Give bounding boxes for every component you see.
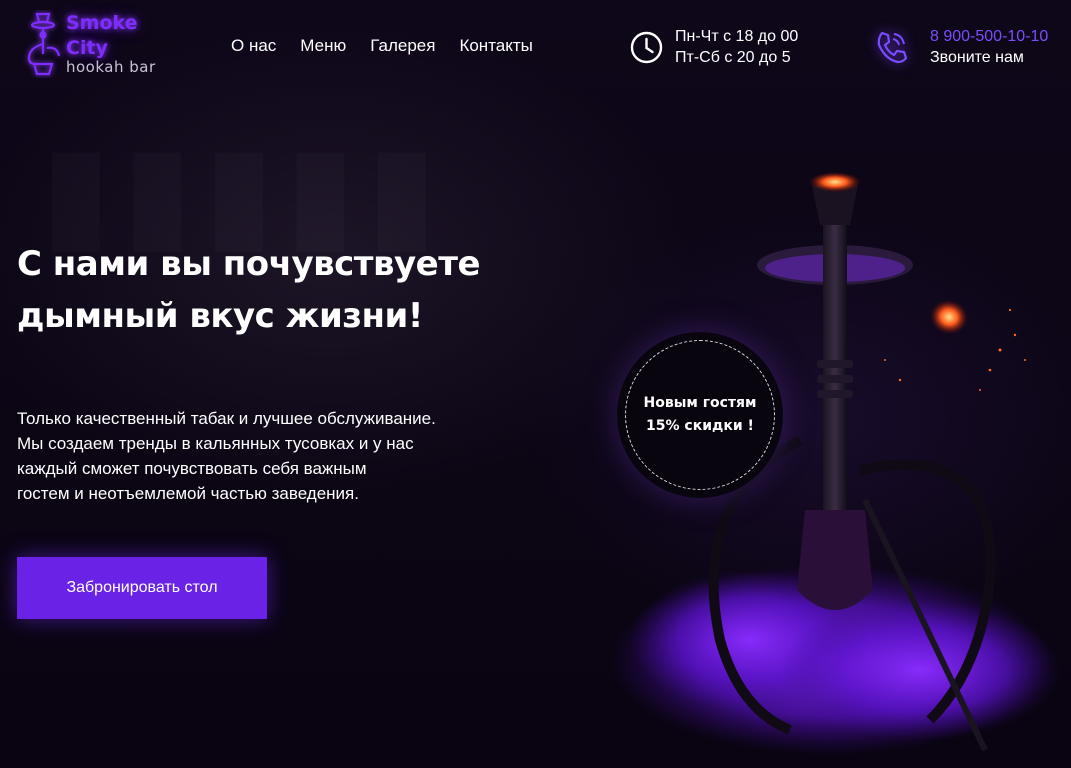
- hero-title: С нами вы почувствуете дымный вкус жизни…: [17, 238, 537, 342]
- hours-weekdays: Пн-Чт с 18 до 00: [675, 28, 799, 45]
- hero-desc-line: Мы создаем тренды в кальянных тусовках и…: [17, 434, 414, 453]
- book-table-button[interactable]: Забронировать стол: [17, 557, 267, 619]
- hero-description: Только качественный табак и лучшее обслу…: [17, 406, 487, 506]
- call-us-label: Звоните нам: [930, 49, 1024, 66]
- nav-item-about[interactable]: О нас: [231, 36, 276, 56]
- nav-item-gallery[interactable]: Галерея: [370, 36, 435, 56]
- hero-desc-line: Только качественный табак и лучшее обслу…: [17, 409, 436, 428]
- logo-name-line1: Smoke: [66, 12, 138, 34]
- phone-icon: [877, 31, 908, 64]
- hero-title-line1: С нами вы почувствуете: [17, 244, 481, 284]
- clock-icon: [630, 31, 663, 63]
- promo-badge: Новым гостям 15% скидки !: [617, 332, 783, 498]
- promo-line1: Новым гостям: [643, 395, 757, 411]
- hookah-logo-icon: [27, 12, 61, 76]
- main-nav: О нас Меню Галерея Контакты: [231, 36, 533, 56]
- hours-weekend: Пт-Сб с 20 до 5: [675, 49, 791, 66]
- hero-title-line2: дымный вкус жизни!: [17, 296, 423, 336]
- phone-number-link[interactable]: 8 900-500-10-10: [930, 26, 1048, 47]
- hero-desc-line: каждый сможет почувствовать себя важным: [17, 459, 367, 478]
- logo-wordmark: Smoke City: [66, 11, 138, 61]
- nav-item-menu[interactable]: Меню: [300, 36, 346, 56]
- contact-phone: 8 900-500-10-10 Звоните нам: [874, 26, 1048, 68]
- logo[interactable]: Smoke City hookah bar: [22, 10, 172, 80]
- promo-line2: 15% скидки !: [646, 418, 754, 434]
- logo-subtitle: hookah bar: [66, 58, 156, 76]
- opening-hours: Пн-Чт с 18 до 00 Пт-Сб с 20 до 5: [630, 26, 798, 68]
- nav-item-contacts[interactable]: Контакты: [459, 36, 532, 56]
- hero-desc-line: гостем и неотъемлемой частью заведения.: [17, 484, 359, 503]
